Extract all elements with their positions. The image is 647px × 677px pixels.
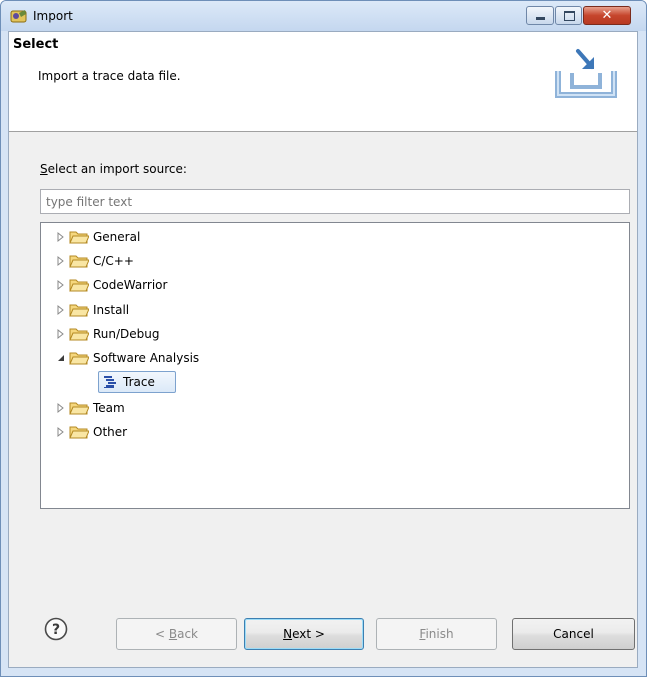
folder-icon: [69, 279, 89, 292]
tree-item-label: CodeWarrior: [93, 278, 168, 292]
next-button[interactable]: Next >: [244, 618, 364, 650]
tree-item-label: C/C++: [93, 254, 134, 268]
maximize-icon: [564, 11, 575, 21]
eclipse-import-icon: [10, 10, 27, 23]
expand-arrow-icon[interactable]: [55, 226, 67, 248]
page-title: Select: [13, 37, 59, 52]
expand-arrow-icon[interactable]: [55, 397, 67, 419]
import-source-tree[interactable]: General C/C++ CodeWarrior Install Run/De: [40, 222, 630, 509]
expand-arrow-icon[interactable]: [55, 299, 67, 321]
import-source-label-text: elect an import source:: [47, 162, 187, 176]
page-description: Import a trace data file.: [38, 69, 181, 83]
folder-icon: [69, 402, 89, 415]
folder-icon: [69, 328, 89, 341]
tree-item-label: Trace: [123, 375, 155, 389]
back-button[interactable]: < Back: [116, 618, 237, 650]
window-title: Import: [33, 9, 73, 23]
finish-button-label: inish: [425, 627, 454, 641]
tree-item-label: Install: [93, 303, 130, 317]
folder-icon: [69, 304, 89, 317]
back-button-prefix: <: [154, 627, 169, 641]
cancel-button[interactable]: Cancel: [512, 618, 635, 650]
maximize-button[interactable]: [555, 6, 582, 25]
tree-item-label: General: [93, 230, 141, 244]
close-icon: ✕: [601, 8, 613, 23]
filter-input[interactable]: [40, 189, 630, 214]
expand-arrow-icon[interactable]: [55, 274, 67, 296]
folder-open-icon: [69, 352, 89, 365]
import-dialog-window: Import ✕ Select Import a trace data file…: [0, 0, 647, 677]
help-icon[interactable]: ?: [44, 617, 68, 641]
tree-item-label: Other: [93, 425, 128, 439]
finish-button[interactable]: Finish: [376, 618, 497, 650]
svg-text:?: ?: [52, 622, 60, 638]
collapse-arrow-icon[interactable]: [55, 347, 67, 369]
import-tray-icon: [555, 49, 617, 98]
minimize-button[interactable]: [526, 6, 554, 25]
trace-icon: [104, 376, 116, 388]
expand-arrow-icon[interactable]: [55, 250, 67, 272]
next-button-accelerator: N: [283, 627, 293, 641]
folder-icon: [69, 255, 89, 268]
tree-item-trace[interactable]: Trace: [98, 371, 176, 393]
tree-item-label: Run/Debug: [93, 327, 160, 341]
back-button-label: ack: [177, 627, 198, 641]
title-bar[interactable]: Import ✕: [1, 1, 646, 31]
import-source-label: Select an import source:: [40, 162, 187, 176]
minimize-icon: [536, 17, 545, 20]
folder-icon: [69, 426, 89, 439]
tree-item-label: Software Analysis: [93, 351, 200, 365]
next-button-label: ext >: [292, 627, 325, 641]
folder-icon: [69, 231, 89, 244]
dialog-client-area: Select Import a trace data file. Select …: [8, 31, 638, 668]
expand-arrow-icon[interactable]: [55, 421, 67, 443]
close-button[interactable]: ✕: [583, 6, 631, 25]
import-source-accelerator: S: [40, 162, 48, 176]
wizard-header: Select Import a trace data file.: [9, 32, 637, 132]
back-button-accelerator: B: [168, 627, 178, 641]
expand-arrow-icon[interactable]: [55, 323, 67, 345]
tree-item-label: Team: [93, 401, 125, 415]
